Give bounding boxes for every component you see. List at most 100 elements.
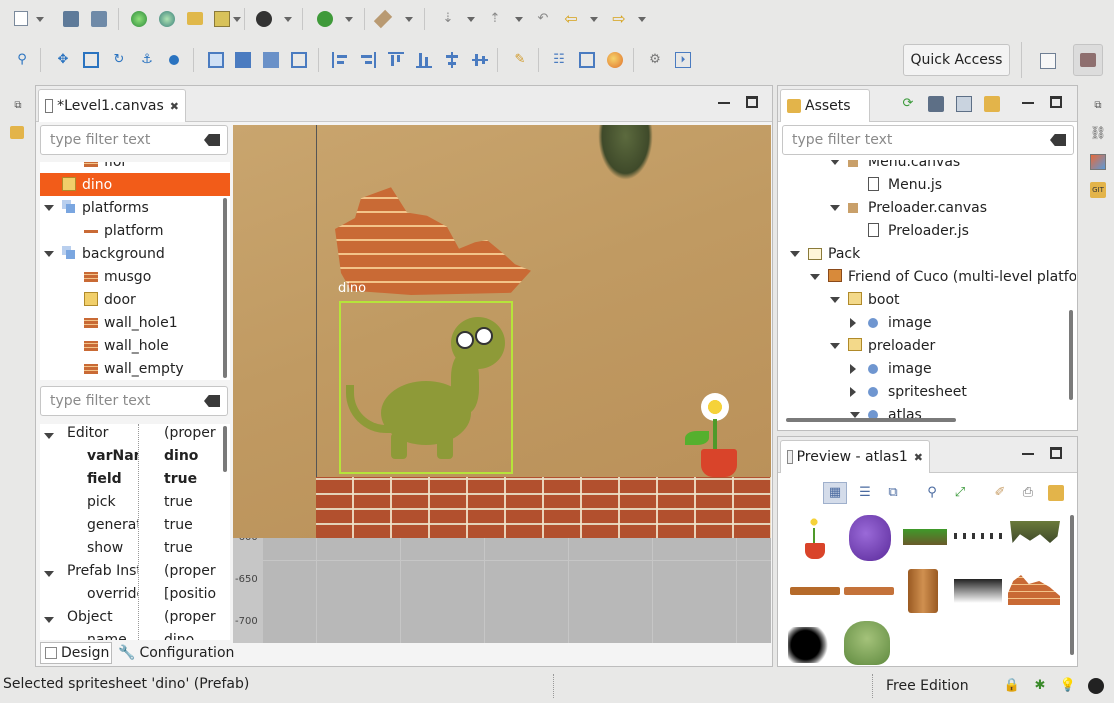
frame-purple-blob[interactable] [849,515,891,561]
tab-design[interactable]: Design [40,642,112,664]
outline-item-wall-empty[interactable]: wall_empty [40,357,230,380]
property-value[interactable]: (proper [164,609,230,625]
tab-level1-canvas[interactable]: *Level1.canvas ✖ [38,89,186,122]
rotate-icon[interactable]: ↻ [111,52,127,68]
expand-arrow-icon[interactable] [44,571,54,577]
export-icon[interactable] [214,11,230,27]
next-annotation-icon[interactable]: ⇡ [487,11,503,27]
property-row[interactable]: show true [40,540,230,563]
flower-sprite[interactable] [679,387,749,482]
frame-log[interactable] [908,569,938,613]
align-center-icon[interactable] [444,52,460,68]
tools-dropdown-arrow[interactable] [405,17,413,22]
account-dropdown-arrow[interactable] [284,17,292,22]
align-middle-icon[interactable] [472,52,488,68]
last-edit-icon[interactable]: ↶ [535,11,551,27]
outline-item-flor[interactable]: flor [40,162,230,173]
run-dropdown-arrow[interactable] [345,17,353,22]
bug-icon[interactable]: ✱ [1032,678,1048,694]
open-perspective-icon[interactable] [1040,53,1056,69]
minimized-view-icon[interactable] [10,126,24,139]
raise-icon[interactable] [235,52,251,68]
image-view-icon[interactable] [1090,154,1106,170]
property-row[interactable]: override [positio [40,586,230,609]
lower-icon[interactable] [263,52,279,68]
asset-item-image[interactable]: image [780,311,1076,334]
prev-annotation-icon[interactable]: ⇣ [440,11,456,27]
expand-arrow-icon[interactable] [44,617,54,623]
tools-icon[interactable] [373,9,393,29]
quick-access-button[interactable]: Quick Access [903,44,1010,76]
asset-item-friend-of-cuco-multi-level-platfor[interactable]: Friend of Cuco (multi-level platfor [780,265,1076,288]
tab-preview-atlas1[interactable]: Preview - atlas1 ✖ [780,440,930,473]
frame-shadow[interactable] [788,627,832,663]
collapse-arrow-icon[interactable] [850,387,856,397]
minimize-icon[interactable] [1022,447,1034,455]
frame-flower[interactable] [797,515,831,561]
save-icon[interactable] [63,11,79,27]
move-icon[interactable]: ✥ [55,52,71,68]
frame-plank-long[interactable] [790,587,840,595]
open-folder-icon[interactable] [1048,485,1064,501]
asset-item-image[interactable]: image [780,357,1076,380]
image-edit-icon[interactable] [956,96,972,112]
expand-arrow-icon[interactable] [830,160,840,165]
expand-arrow-icon[interactable] [44,251,54,257]
expand-arrow-icon[interactable] [830,297,840,303]
restore-icon[interactable]: ⧉ [1090,98,1106,114]
restore-icon[interactable]: ⧉ [10,98,26,114]
send-back-icon[interactable] [291,52,307,68]
property-row[interactable]: field true [40,471,230,494]
new-dropdown-arrow[interactable] [36,17,44,22]
maximize-icon[interactable] [746,96,758,108]
maximize-icon[interactable] [1050,96,1062,108]
fit-icon[interactable]: ⤢ [952,485,968,501]
clear-filter-icon[interactable] [1050,134,1066,146]
assets-scrollbar-v[interactable] [1069,310,1073,400]
align-right-icon[interactable] [360,52,376,68]
git-icon[interactable]: GIT [1090,182,1106,198]
asset-item-preloader-js[interactable]: Preloader.js [780,219,1076,242]
outline-filter-input[interactable]: type filter text [40,125,228,155]
expand-arrow-icon[interactable] [790,251,800,257]
github-icon[interactable] [1088,678,1104,694]
list-view-icon[interactable]: ☰ [857,485,873,501]
property-value[interactable]: true [164,540,230,556]
close-icon[interactable]: ✖ [914,451,923,464]
property-row[interactable]: Editor (proper [40,425,230,448]
align-left-icon[interactable] [332,52,348,68]
anchor-icon[interactable]: ⚓ [139,52,155,68]
property-value[interactable]: true [164,471,230,487]
align-top-icon[interactable] [388,52,404,68]
expand-arrow-icon[interactable] [830,343,840,349]
property-value[interactable]: true [164,494,230,510]
next-annotation-arrow[interactable] [515,17,523,22]
settings-icon[interactable]: ⚙ [647,52,663,68]
asset-item-spritesheet[interactable]: spritesheet [780,380,1076,403]
new-icon[interactable] [14,11,28,26]
properties-filter-input[interactable]: type filter text [40,386,228,416]
lightbulb-icon[interactable]: 💡 [1060,678,1076,694]
back-dropdown-arrow[interactable] [590,17,598,22]
pivot-icon[interactable] [169,55,179,65]
asset-item-menu-canvas[interactable]: Menu.canvas [780,160,1076,173]
clear-filter-icon[interactable] [204,395,220,407]
properties-scrollbar[interactable] [223,426,227,472]
tiles-view-icon[interactable]: ⧉ [885,485,901,501]
property-value[interactable]: (proper [164,563,230,579]
property-value[interactable]: dino [164,448,230,464]
assets-filter-input[interactable]: type filter text [782,125,1074,155]
globe-icon[interactable] [131,11,147,27]
property-row[interactable]: name dino [40,632,230,640]
resize-icon[interactable] [83,52,99,68]
property-value[interactable]: dino [164,632,230,640]
property-row[interactable]: Object (proper [40,609,230,632]
tab-assets[interactable]: Assets [780,89,870,122]
selection-box[interactable] [339,301,513,474]
palette-icon[interactable] [607,52,623,68]
refresh-icon[interactable]: ⟳ [900,96,916,112]
frame-spikes[interactable] [954,533,1004,539]
code-icon[interactable]: ⏵ [675,52,691,68]
export-image-icon[interactable]: ⎙ [1020,485,1036,501]
frame-wall-hole[interactable] [1008,575,1060,605]
